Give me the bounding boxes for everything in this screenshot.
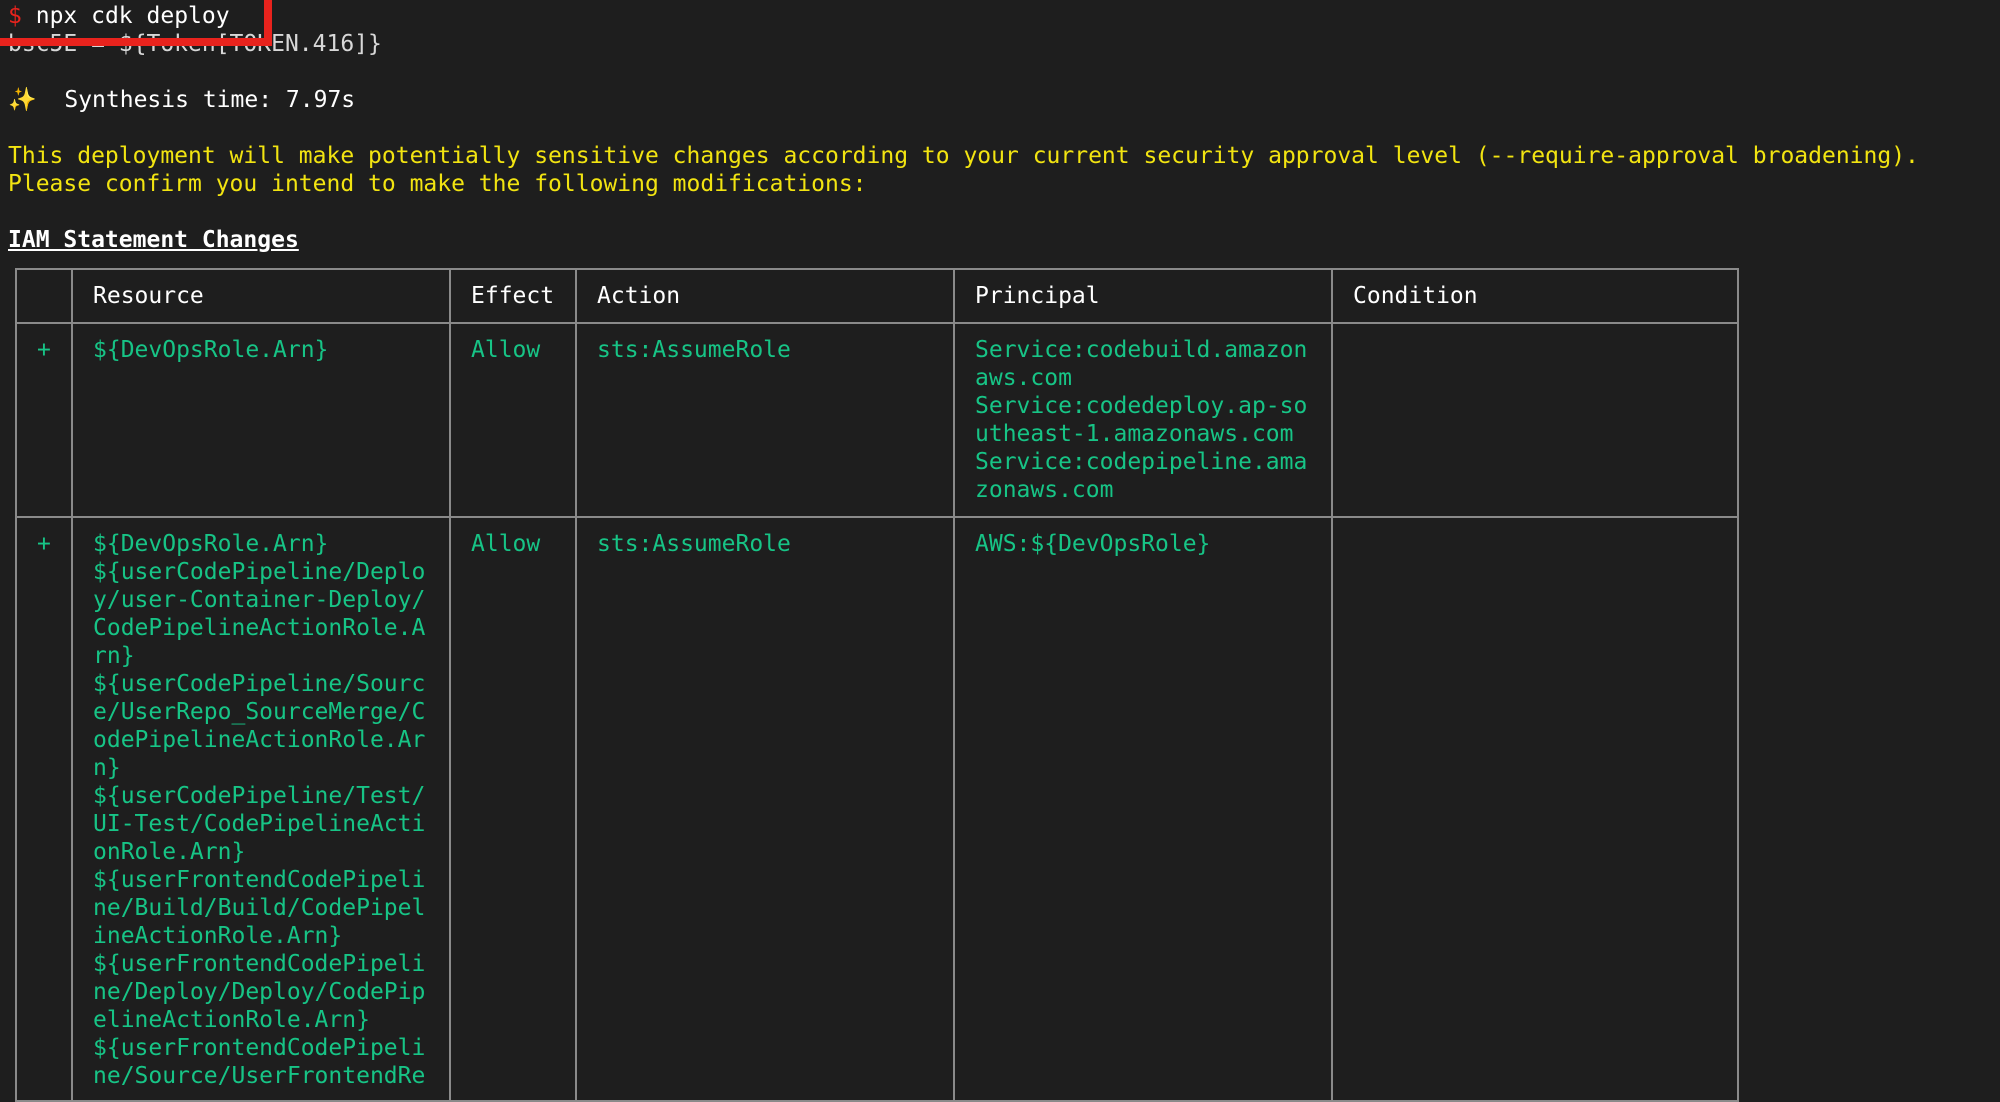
principal-cell: AWS:${DevOpsRole} [953,516,1333,1102]
resource-cell: ${DevOpsRole.Arn} ${userCodePipeline/Dep… [71,516,451,1102]
condition-cell [1331,516,1739,1102]
principal-line: AWS:${DevOpsRole} [975,531,1211,557]
header-marker [15,268,73,324]
iam-changes-table: Resource Effect Action Principal Conditi… [15,268,1739,1102]
principal-line: Service:codebuild.amazon [975,337,1308,363]
synthesis-time-line: ✨ Synthesis time: 7.97s [8,86,355,114]
principal-line: aws.com [975,365,1072,391]
iam-statement-changes-heading: IAM Statement Changes [8,227,299,253]
principal-line: Service:codepipeline.ama [975,449,1308,475]
principal-line: Service:codedeploy.ap-so [975,393,1308,419]
table-header-row: Resource Effect Action Principal Conditi… [15,268,1739,324]
resource-line: ${userCodePipeline/Sourc [93,671,426,697]
resource-line: CodePipelineActionRole.A [93,615,426,641]
resource-line: n} [93,755,121,781]
action-cell: sts:AssumeRole [575,322,955,518]
header-action: Action [575,268,955,324]
resource-line: ineActionRole.Arn} [93,923,343,949]
resource-line: UI-Test/CodePipelineActi [93,811,426,837]
resource-line: ${DevOpsRole.Arn} [93,531,329,557]
row-marker: + [15,322,73,518]
resource-line: ${userFrontendCodePipeli [93,1035,426,1061]
resource-line: odePipelineActionRole.Ar [93,727,426,753]
header-condition: Condition [1331,268,1739,324]
table-row: + ${DevOpsRole.Arn} ${userCodePipeline/D… [15,516,1739,1102]
principal-line: zonaws.com [975,477,1114,503]
prompt-symbol: $ [8,3,22,29]
row-marker: + [15,516,73,1102]
header-resource: Resource [71,268,451,324]
condition-cell [1331,322,1739,518]
resource-line: elineActionRole.Arn} [93,1007,370,1033]
approval-warning-line-1: This deployment will make potentially se… [8,143,1919,169]
approval-warning-line-2: Please confirm you intend to make the fo… [8,171,867,197]
principal-cell: Service:codebuild.amazon aws.com Service… [953,322,1333,518]
terminal-command-line: $ npx cdk deploy [8,2,230,30]
synthesis-time-text: Synthesis time: 7.97s [64,87,356,113]
effect-cell: Allow [449,322,577,518]
sparkle-icon: ✨ [8,87,37,113]
header-effect: Effect [449,268,577,324]
command-text: npx cdk deploy [35,3,230,29]
resource-line: ne/Deploy/Deploy/CodePip [93,979,426,1005]
resource-line: ne/Source/UserFrontendRe [93,1063,426,1089]
resource-line: ${userCodePipeline/Deplo [93,559,426,585]
header-principal: Principal [953,268,1333,324]
action-cell: sts:AssumeRole [575,516,955,1102]
principal-line: utheast-1.amazonaws.com [975,421,1294,447]
table-row: + ${DevOpsRole.Arn} Allow sts:AssumeRole… [15,322,1739,518]
resource-line: ne/Build/Build/CodePipel [93,895,426,921]
resource-line: e/UserRepo_SourceMerge/C [93,699,426,725]
resource-cell: ${DevOpsRole.Arn} [71,322,451,518]
resource-line: ${DevOpsRole.Arn} [93,337,329,363]
resource-line: onRole.Arn} [93,839,246,865]
resource-line: ${userFrontendCodePipeli [93,951,426,977]
resource-line: ${userFrontendCodePipeli [93,867,426,893]
resource-line: rn} [93,643,135,669]
resource-line: ${userCodePipeline/Test/ [93,783,426,809]
resource-line: y/user-Container-Deploy/ [93,587,426,613]
effect-cell: Allow [449,516,577,1102]
